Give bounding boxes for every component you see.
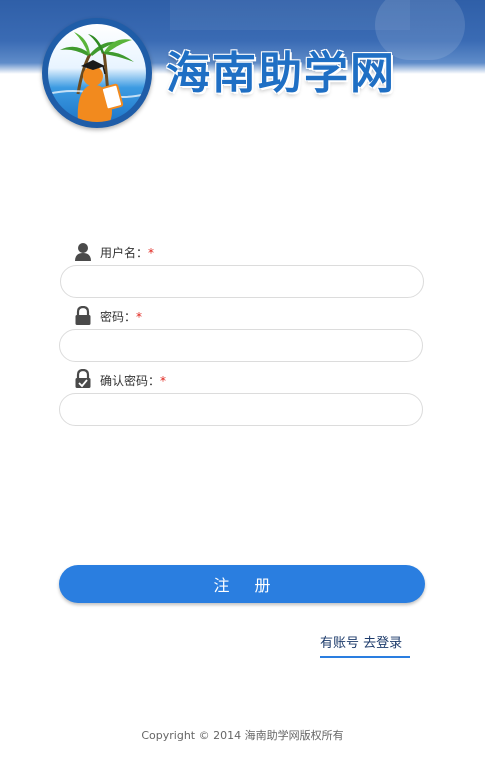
password-label-text: 密码： <box>100 310 137 324</box>
required-mark: * <box>136 310 143 324</box>
confirm-password-label: 确认密码：* <box>100 373 166 389</box>
username-label: 用户名：* <box>100 245 154 261</box>
header-decoration <box>170 0 410 30</box>
username-label-text: 用户名： <box>100 246 149 260</box>
user-icon <box>75 243 91 261</box>
site-logo <box>42 18 152 128</box>
logo-emblem <box>48 24 146 122</box>
lock-check-icon <box>75 369 91 388</box>
password-input[interactable] <box>59 329 423 362</box>
logo-palm-student-icon <box>48 32 146 122</box>
required-mark: * <box>148 246 155 260</box>
register-button[interactable]: 注 册 <box>59 565 425 603</box>
username-input[interactable] <box>60 265 424 298</box>
confirm-password-label-text: 确认密码： <box>100 374 161 388</box>
confirm-password-input[interactable] <box>59 393 423 426</box>
login-link[interactable]: 有账号 去登录 <box>320 634 410 658</box>
lock-icon <box>75 306 91 325</box>
required-mark: * <box>160 374 167 388</box>
site-title: 海南助学网 <box>166 48 396 99</box>
password-label: 密码：* <box>100 309 142 325</box>
footer-copyright: Copyright © 2014 海南助学网版权所有 <box>141 729 344 742</box>
